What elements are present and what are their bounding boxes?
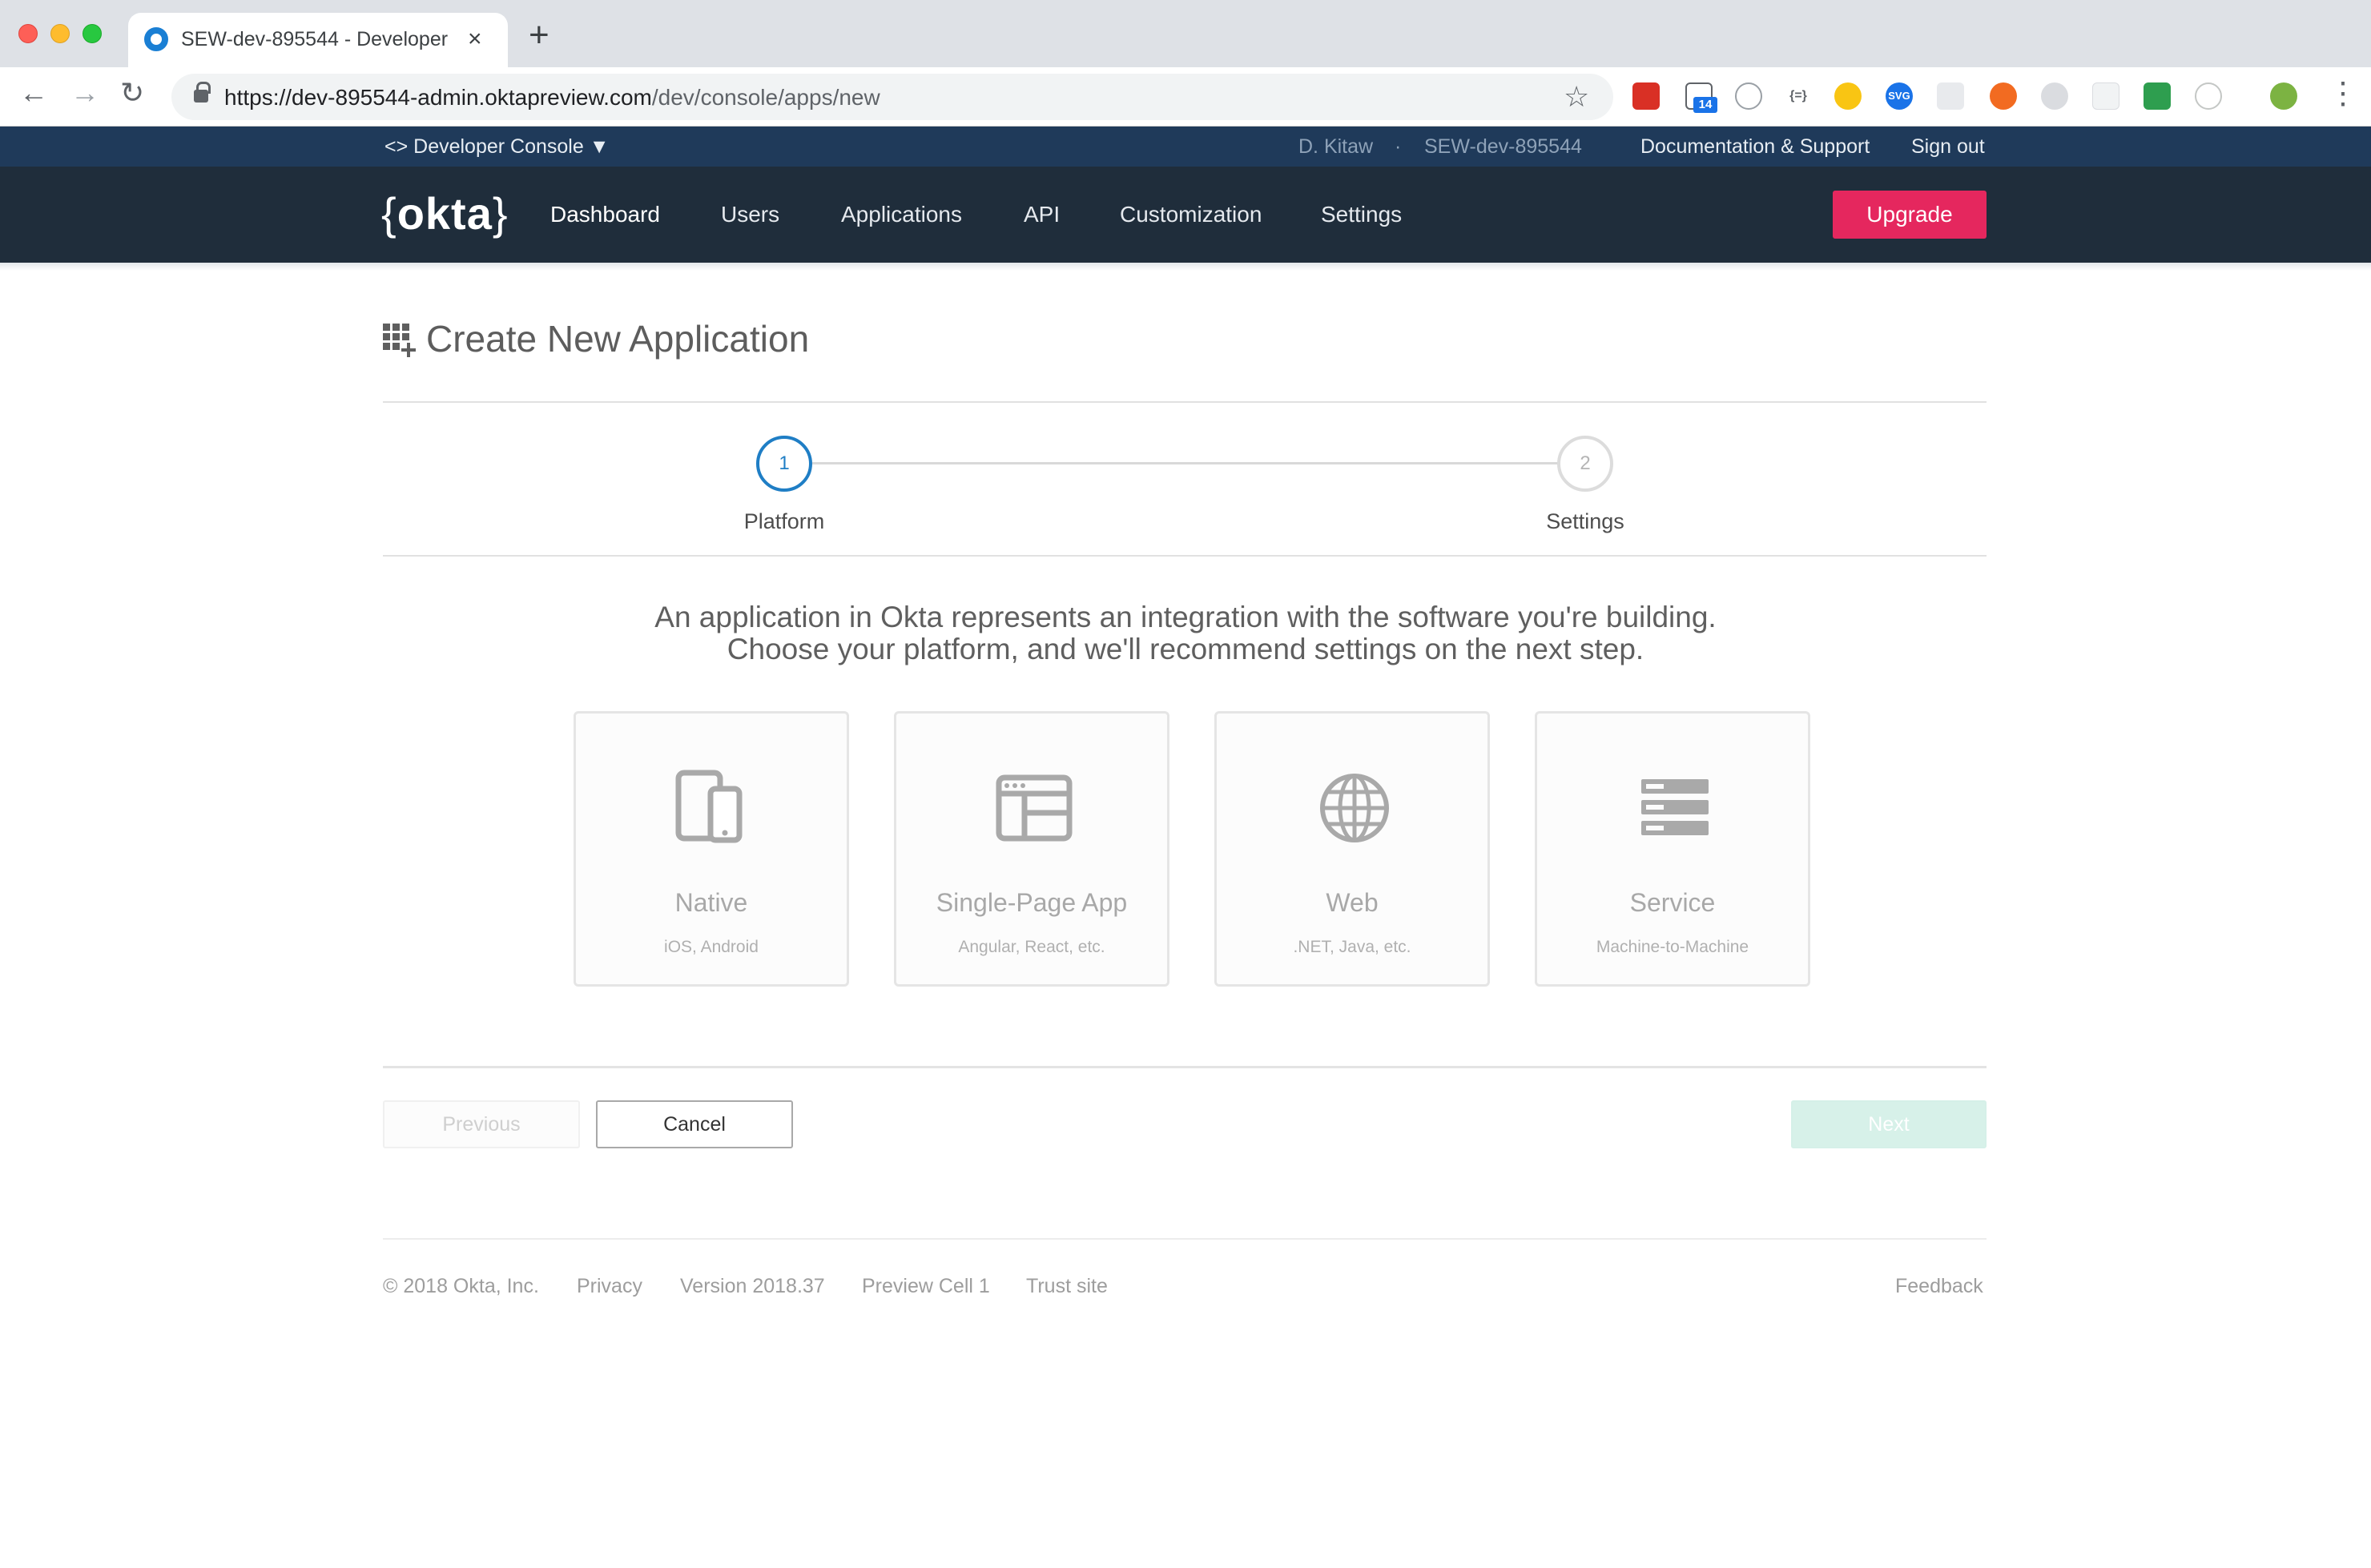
platform-subtitle: Machine-to-Machine [1596,938,1749,956]
browser-menu-icon[interactable]: ⋮ [2328,78,2358,109]
footer-feedback-link[interactable]: Feedback [1895,1275,1983,1298]
wizard-step-2-label: Settings [1546,509,1624,533]
browser-tab[interactable]: SEW-dev-895544 - Developer × [128,13,508,67]
upgrade-button[interactable]: Upgrade [1833,191,1987,239]
next-button[interactable]: Next [1791,1100,1987,1148]
extension-svg-icon[interactable]: SVG [1886,82,1913,110]
platform-card-service[interactable]: Service Machine-to-Machine [1535,711,1810,987]
apps-add-icon [383,324,416,357]
extension-json-icon[interactable]: {=} [1785,82,1812,110]
new-tab-button[interactable]: + [529,18,549,53]
extension-moon-icon[interactable] [1834,82,1862,110]
extension-book-icon[interactable] [1632,82,1660,110]
platform-subtitle: Angular, React, etc. [958,938,1105,956]
actions-divider [383,1066,1987,1068]
platform-card-web[interactable]: Web .NET, Java, etc. [1214,711,1490,987]
browser-window-icon [996,774,1073,842]
window-maximize-button[interactable] [83,24,102,43]
platform-subtitle: iOS, Android [664,938,759,956]
user-name: D. Kitaw [1298,135,1374,158]
back-button[interactable]: ← [19,78,48,107]
okta-logo[interactable]: {okta} [381,187,509,239]
platform-name: Native [674,888,748,917]
wizard-divider [383,555,1987,557]
platform-name: Web [1326,888,1379,917]
tab-title: SEW-dev-895544 - Developer [181,28,449,50]
window-minimize-button[interactable] [50,24,70,43]
globe-icon [1320,774,1389,842]
documentation-support-link[interactable]: Documentation & Support [1640,135,1870,159]
browser-toolbar: ← → ↻ https://dev-895544-admin.oktaprevi… [0,67,2371,127]
wizard-step-2: 2 [1557,436,1613,492]
url-path: /dev/console/apps/new [651,85,880,110]
platform-name: Service [1629,888,1716,917]
title-divider [383,401,1987,403]
nav-dashboard[interactable]: Dashboard [550,202,660,227]
previous-button[interactable]: Previous [383,1100,580,1148]
extension-classroom-icon[interactable] [2144,82,2171,110]
lock-icon[interactable] [194,82,211,103]
wizard-step-1-label: Platform [743,509,825,533]
bookmark-star-icon[interactable]: ☆ [1564,80,1589,114]
browser-tabstrip: SEW-dev-895544 - Developer × + [0,0,2371,67]
navbar-shadow [0,263,2371,271]
okta-topbar: <> Developer Console ▼ D. Kitaw · SEW-de… [0,127,2371,167]
url-text[interactable]: https://dev-895544-admin.oktapreview.com… [224,85,880,111]
footer-copyright: © 2018 Okta, Inc. [383,1275,539,1297]
wizard-step-1: 1 [756,436,812,492]
extension-leaf-icon[interactable] [2041,82,2068,110]
platform-subtitle: .NET, Java, etc. [1293,938,1411,956]
extension-target-icon[interactable] [2195,82,2222,110]
extension-grid-icon[interactable] [2092,82,2119,110]
extension-lifebuoy-icon[interactable] [1990,82,2017,110]
page-title: Create New Application [426,318,810,360]
footer-version: Version 2018.37 [680,1275,825,1297]
extension-badge: 14 [1693,97,1717,113]
logo-brace-open: { [381,188,397,239]
extension-clip-icon[interactable] [1937,82,1964,110]
nav-settings[interactable]: Settings [1321,202,1402,227]
footer-privacy-link[interactable]: Privacy [577,1275,642,1298]
nav-applications[interactable]: Applications [841,202,962,227]
profile-avatar[interactable] [2270,82,2297,110]
platform-card-spa[interactable]: Single-Page App Angular, React, etc. [894,711,1169,987]
reload-button[interactable]: ↻ [120,78,144,107]
server-stack-icon [1641,779,1709,835]
logo-text: okta [397,188,493,239]
logo-brace-close: } [492,188,509,239]
developer-console-switcher[interactable]: <> Developer Console ▼ [384,135,609,159]
okta-favicon-icon [144,27,168,51]
wizard-progress-line [812,462,1584,464]
nav-api[interactable]: API [1024,202,1060,227]
extension-code-icon[interactable] [1735,82,1762,110]
tab-close-icon[interactable]: × [468,26,482,53]
okta-navbar: {okta} Dashboard Users Applications API … [0,167,2371,263]
url-host: https://dev-895544-admin.oktapreview.com [224,85,652,110]
extension-calendar-icon[interactable]: 14 [1685,82,1717,113]
intro-line-1: An application in Okta represents an int… [654,601,1717,633]
platform-name: Single-Page App [936,888,1128,917]
forward-button[interactable]: → [70,78,99,107]
intro-line-2: Choose your platform, and we'll recommen… [727,633,1644,665]
footer-divider [383,1238,1987,1240]
address-bar[interactable]: https://dev-895544-admin.oktapreview.com… [171,74,1613,120]
org-name: SEW-dev-895544 [1424,135,1582,158]
footer-trust-link[interactable]: Trust site [1026,1275,1108,1298]
cancel-button[interactable]: Cancel [596,1100,793,1148]
nav-users[interactable]: Users [721,202,779,227]
window-close-button[interactable] [18,24,38,43]
footer-preview-cell: Preview Cell 1 [862,1275,990,1297]
topbar-separator: · [1395,135,1402,158]
nav-customization[interactable]: Customization [1120,202,1262,227]
mobile-devices-icon [675,770,743,843]
platform-card-native[interactable]: Native iOS, Android [574,711,849,987]
sign-out-link[interactable]: Sign out [1911,135,1985,159]
